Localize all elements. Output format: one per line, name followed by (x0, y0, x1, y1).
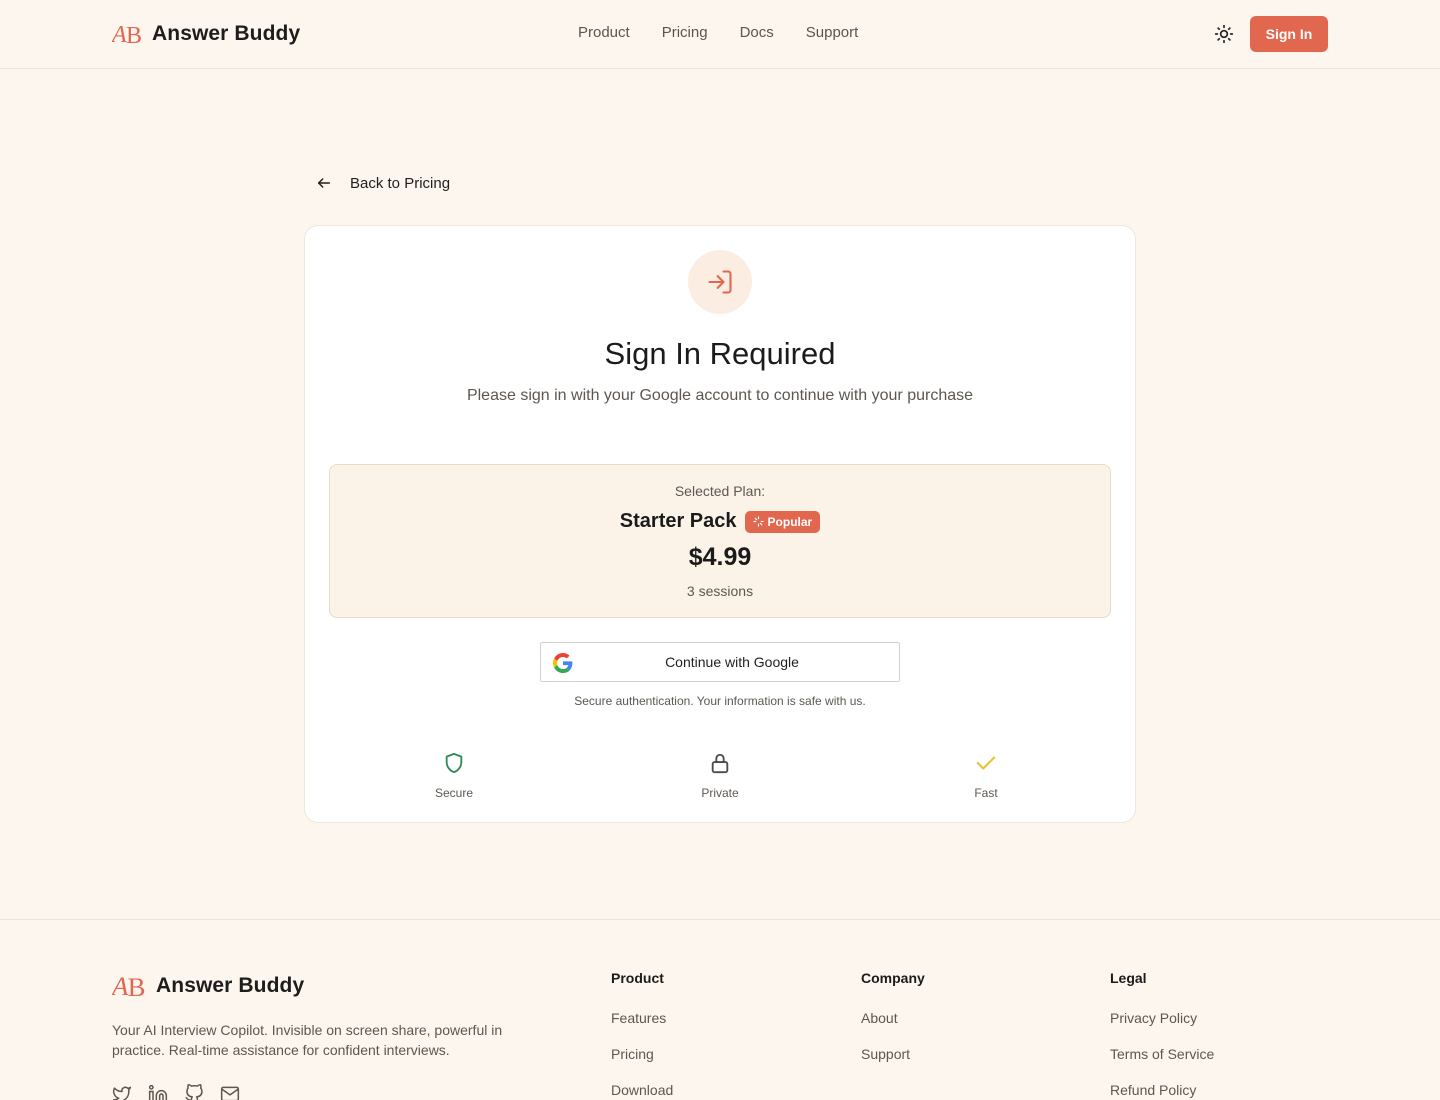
footer-col-legal: Legal Privacy Policy Terms of Service Re… (1110, 970, 1214, 1100)
mail-icon[interactable] (220, 1084, 240, 1100)
popular-badge: Popular (744, 510, 821, 533)
brand-logo-icon: A B (112, 22, 142, 46)
svg-text:B: B (128, 972, 146, 1000)
feature-private: Private (660, 750, 780, 800)
feature-private-label: Private (701, 786, 739, 800)
footer-link-about[interactable]: About (861, 1008, 925, 1028)
nav-pricing[interactable]: Pricing (662, 24, 708, 41)
footer-col-company: Company About Support (861, 970, 925, 1080)
secure-note: Secure authentication. Your information … (574, 694, 866, 708)
back-to-pricing-link[interactable]: Back to Pricing (316, 172, 450, 194)
brand-logo-link[interactable]: A B Answer Buddy (112, 20, 300, 48)
plan-sessions: 3 sessions (686, 583, 754, 599)
footer-logo-icon: A B (112, 972, 146, 1000)
svg-text:A: A (112, 22, 127, 46)
plan-price: $4.99 (688, 543, 752, 571)
header-sign-in-button[interactable]: Sign In (1250, 16, 1328, 52)
footer-description: Your AI Interview Copilot. Invisible on … (112, 1022, 503, 1058)
sign-in-icon (688, 250, 752, 314)
plan-name: Starter Pack (619, 510, 737, 532)
twitter-icon[interactable] (112, 1084, 132, 1100)
footer-link-features[interactable]: Features (611, 1008, 673, 1028)
footer-col-product: Product Features Pricing Download (611, 970, 673, 1100)
footer-col-title: Legal (1110, 970, 1147, 986)
sparkle-icon (752, 516, 764, 527)
sign-in-card: Sign In Required Please sign in with you… (304, 225, 1136, 823)
feature-fast: Fast (926, 750, 1046, 800)
site-footer: A B Answer Buddy Your AI Interview Copil… (0, 919, 1440, 1100)
svg-text:A: A (112, 972, 129, 1000)
footer-link-support[interactable]: Support (861, 1044, 925, 1064)
brand-name: Answer Buddy (152, 22, 301, 45)
footer-col-title: Product (611, 970, 664, 986)
feature-fast-label: Fast (974, 786, 998, 800)
footer-col-title: Company (861, 970, 925, 986)
svg-text:B: B (126, 23, 142, 46)
linkedin-icon[interactable] (148, 1084, 168, 1100)
google-logo-icon (553, 653, 573, 673)
nav-product[interactable]: Product (578, 24, 630, 41)
footer-link-privacy[interactable]: Privacy Policy (1110, 1008, 1214, 1028)
footer-link-refund[interactable]: Refund Policy (1110, 1080, 1214, 1100)
footer-brand[interactable]: A B Answer Buddy (112, 972, 304, 1000)
arrow-left-icon (317, 178, 331, 188)
feature-secure-label: Secure (434, 786, 474, 800)
footer-link-pricing[interactable]: Pricing (611, 1044, 673, 1064)
feature-secure: Secure (394, 750, 514, 800)
footer-link-download[interactable]: Download (611, 1080, 673, 1100)
badge-label: Popular (767, 514, 813, 529)
site-header: A B Answer Buddy Product Pricing Docs Su… (0, 0, 1440, 69)
page-subtitle: Please sign in with your Google account … (466, 387, 974, 404)
nav-docs[interactable]: Docs (740, 24, 774, 41)
footer-link-terms[interactable]: Terms of Service (1110, 1044, 1214, 1064)
back-link-label: Back to Pricing (350, 174, 451, 192)
plan-name-row: Starter Pack Popular (330, 510, 1110, 533)
shield-icon (445, 752, 463, 774)
nav-support[interactable]: Support (806, 24, 859, 41)
theme-toggle-sun-icon[interactable] (1212, 22, 1236, 46)
continue-with-google-button[interactable]: Continue with Google (540, 642, 900, 682)
page-title: Sign In Required (604, 336, 836, 371)
main-nav: Product Pricing Docs Support (578, 24, 858, 41)
footer-brand-name: Answer Buddy (156, 974, 305, 997)
selected-plan-label: Selected Plan: (674, 483, 766, 499)
lock-icon (711, 753, 729, 774)
selected-plan-box: Selected Plan: Starter Pack Popular $4.9… (329, 464, 1111, 618)
github-icon[interactable] (184, 1084, 204, 1100)
check-icon (976, 756, 996, 770)
social-links (112, 1084, 240, 1100)
google-button-label: Continue with Google (665, 654, 799, 670)
